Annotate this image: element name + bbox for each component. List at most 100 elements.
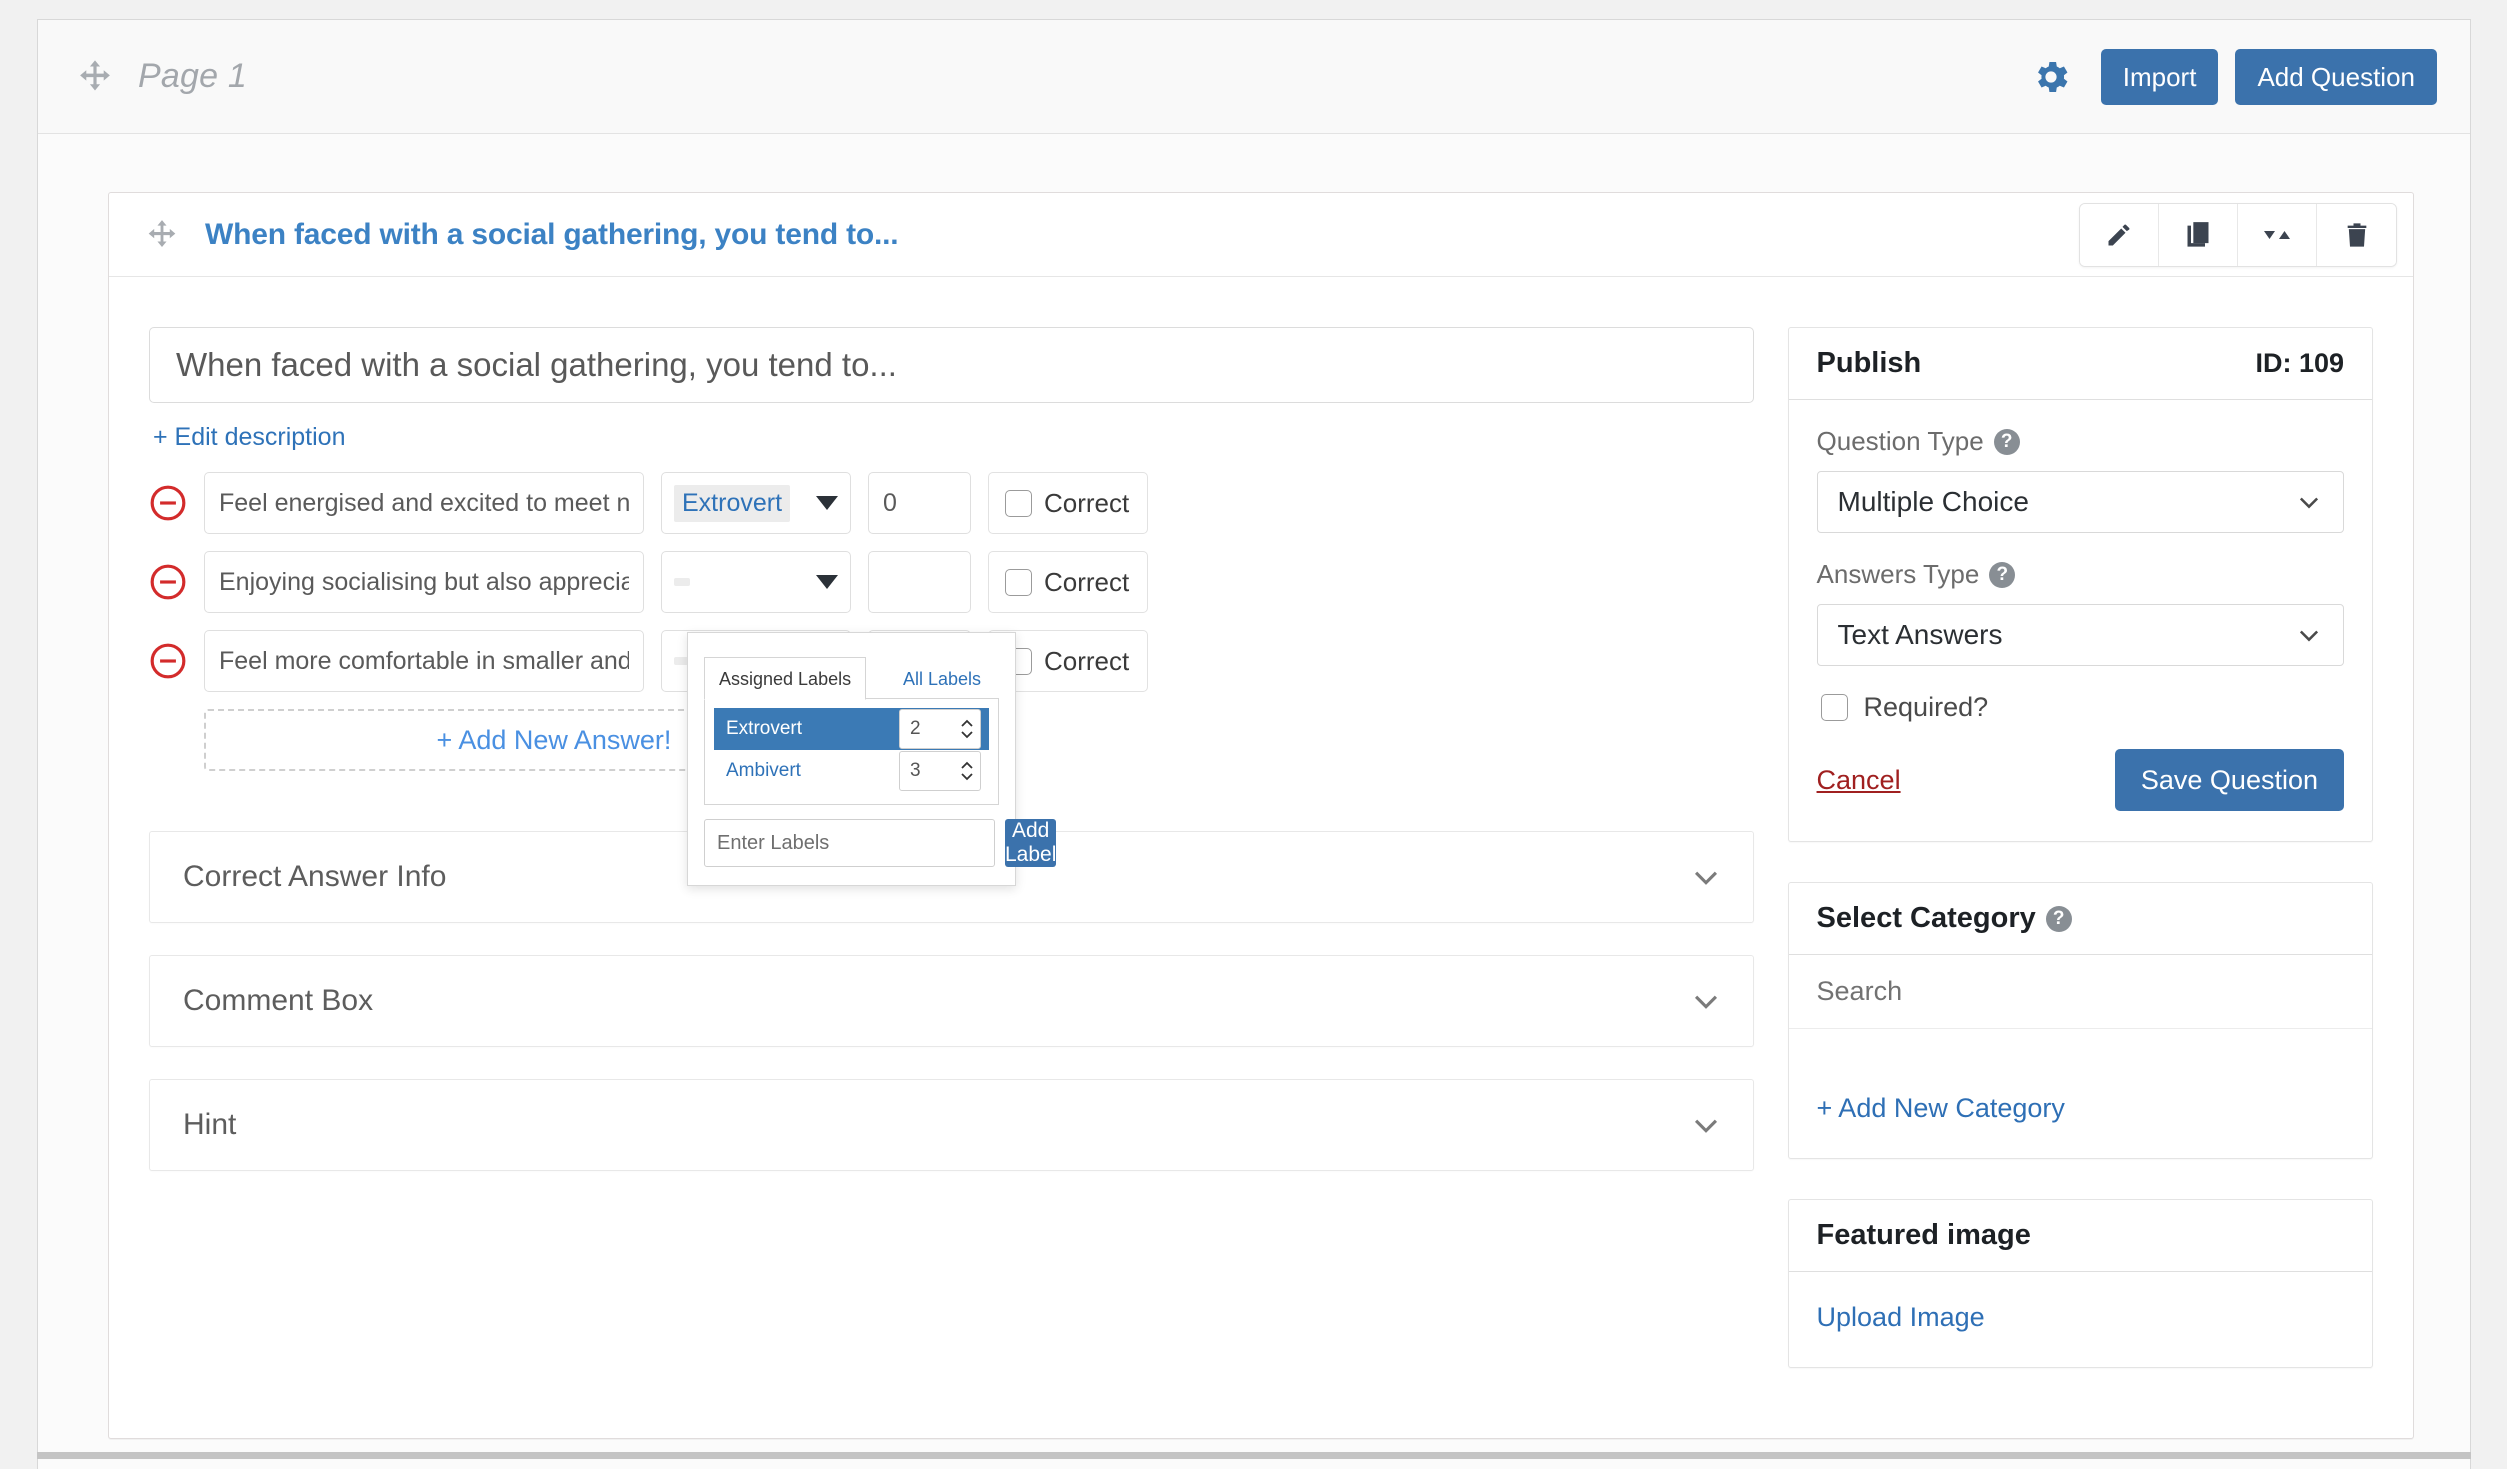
select-category-card: Select Category ? Search + Add New Categ… bbox=[1787, 882, 2373, 1159]
publish-card-header: Publish ID: 109 bbox=[1788, 328, 2372, 400]
label-row-ambivert[interactable]: Ambivert 3 bbox=[714, 750, 989, 792]
labels-popup: Assigned Labels All Labels Extrovert 2 A… bbox=[687, 632, 1057, 886]
chevron-down-icon bbox=[2295, 621, 2323, 649]
edit-question-button[interactable] bbox=[2080, 203, 2159, 266]
reorder-question-button[interactable] bbox=[2238, 203, 2317, 266]
bottom-divider bbox=[37, 1452, 2471, 1459]
question-card: When faced with a social gathering, you … bbox=[108, 192, 2414, 1439]
help-icon[interactable]: ? bbox=[2045, 905, 2072, 932]
import-button[interactable]: Import bbox=[2100, 48, 2219, 105]
accordion-label: Hint bbox=[183, 1108, 237, 1141]
correct-checkbox[interactable] bbox=[1005, 489, 1032, 517]
answer-row: Extrovert Correct bbox=[149, 472, 1760, 534]
accordion-hint[interactable]: Hint bbox=[149, 1079, 1754, 1171]
answer-text-input[interactable] bbox=[204, 472, 644, 534]
move-icon[interactable] bbox=[145, 218, 179, 252]
question-id: ID: 109 bbox=[2255, 348, 2344, 378]
help-icon[interactable]: ? bbox=[1989, 561, 2016, 588]
answer-label-select[interactable] bbox=[661, 551, 851, 613]
accordion-label: Comment Box bbox=[183, 984, 374, 1017]
answers-type-label-text: Answers Type bbox=[1816, 559, 1980, 589]
required-checkbox[interactable] bbox=[1820, 694, 1848, 721]
answers-type-select[interactable]: Text Answers bbox=[1816, 604, 2344, 666]
cancel-link[interactable]: Cancel bbox=[1817, 765, 1901, 796]
tab-assigned-labels[interactable]: Assigned Labels bbox=[704, 657, 867, 700]
pencil-icon bbox=[2105, 221, 2133, 249]
sort-icon bbox=[2263, 221, 2291, 249]
correct-checkbox[interactable] bbox=[1005, 568, 1032, 596]
add-label-button[interactable]: Add Label bbox=[1005, 819, 1057, 867]
featured-image-title: Featured image bbox=[1816, 1219, 2031, 1251]
label-name: Ambivert bbox=[726, 760, 801, 781]
category-search-placeholder: Search bbox=[1816, 976, 1903, 1006]
trash-icon bbox=[2343, 221, 2371, 249]
publish-card-body: Question Type ? Multiple Choice Answers … bbox=[1789, 400, 2372, 841]
edit-description-link[interactable]: + Edit description bbox=[153, 423, 345, 452]
enter-labels-input[interactable] bbox=[704, 819, 995, 867]
stepper-arrows-icon[interactable] bbox=[960, 719, 974, 739]
answer-score-input[interactable] bbox=[868, 551, 971, 613]
required-toggle[interactable]: Required? bbox=[1820, 692, 2344, 723]
page-toolbar-right: Import Add Question bbox=[2030, 48, 2437, 105]
move-icon[interactable] bbox=[76, 58, 114, 96]
question-type-value: Multiple Choice bbox=[1837, 486, 2029, 517]
answer-score-input[interactable] bbox=[868, 472, 971, 534]
chevron-down-icon bbox=[1689, 1108, 1723, 1142]
accordion-label: Correct Answer Info bbox=[183, 860, 447, 893]
accordion-comment-box[interactable]: Comment Box bbox=[149, 955, 1754, 1047]
answers-type-value: Text Answers bbox=[1837, 619, 2003, 650]
page-toolbar-left: Page 1 bbox=[76, 57, 247, 96]
question-card-body: + Edit description Extrovert bbox=[109, 277, 2413, 1408]
answer-correct-toggle[interactable]: Correct bbox=[988, 472, 1148, 534]
category-list-empty bbox=[1789, 1029, 2372, 1063]
add-new-category-link[interactable]: + Add New Category bbox=[1789, 1063, 2372, 1158]
add-question-button[interactable]: Add Question bbox=[2235, 48, 2437, 105]
answer-correct-toggle[interactable]: Correct bbox=[988, 551, 1148, 613]
question-sidebar: Publish ID: 109 Question Type ? Multiple… bbox=[1760, 277, 2413, 1408]
tab-all-labels[interactable]: All Labels bbox=[889, 658, 999, 699]
copy-icon bbox=[2184, 221, 2212, 249]
required-label: Required? bbox=[1863, 692, 1989, 722]
answer-label-select[interactable]: Extrovert bbox=[661, 472, 851, 534]
label-count-value: 3 bbox=[910, 760, 921, 781]
remove-answer-icon[interactable] bbox=[149, 563, 187, 601]
chevron-down-icon bbox=[2295, 488, 2323, 516]
save-question-button[interactable]: Save Question bbox=[2114, 749, 2344, 811]
correct-label: Correct bbox=[1044, 645, 1130, 676]
question-form-column: + Edit description Extrovert bbox=[109, 277, 1760, 1408]
question-actions bbox=[2079, 202, 2397, 267]
label-row-extrovert[interactable]: Extrovert 2 bbox=[714, 708, 989, 750]
correct-label: Correct bbox=[1044, 566, 1130, 597]
question-title-input[interactable] bbox=[149, 327, 1754, 403]
question-type-select[interactable]: Multiple Choice bbox=[1816, 471, 2344, 533]
duplicate-question-button[interactable] bbox=[2159, 203, 2238, 266]
publish-footer: Cancel Save Question bbox=[1817, 749, 2344, 811]
correct-label: Correct bbox=[1044, 487, 1130, 518]
answer-text-input[interactable] bbox=[204, 630, 644, 692]
select-category-header: Select Category ? bbox=[1788, 883, 2372, 955]
answer-text-input[interactable] bbox=[204, 551, 644, 613]
question-type-label: Question Type ? bbox=[1817, 426, 2344, 457]
help-icon[interactable]: ? bbox=[1993, 428, 2020, 455]
label-count-stepper[interactable]: 3 bbox=[899, 751, 981, 791]
page-toolbar: Page 1 Import Add Question bbox=[38, 20, 2470, 134]
remove-answer-icon[interactable] bbox=[149, 484, 187, 522]
label-count-stepper[interactable]: 2 bbox=[899, 709, 981, 749]
quiz-builder-shell: Page 1 Import Add Question When faced wi… bbox=[37, 19, 2471, 1469]
answer-row: Correct bbox=[149, 551, 1760, 613]
gear-icon[interactable] bbox=[2030, 56, 2072, 98]
stepper-arrows-icon[interactable] bbox=[960, 761, 974, 781]
delete-question-button[interactable] bbox=[2317, 203, 2396, 266]
question-header-title: When faced with a social gathering, you … bbox=[205, 217, 899, 251]
remove-answer-icon[interactable] bbox=[149, 642, 187, 680]
answer-label-chip bbox=[674, 578, 690, 586]
answers-type-label: Answers Type ? bbox=[1817, 559, 2344, 590]
featured-image-card: Featured image Upload Image bbox=[1787, 1199, 2373, 1368]
select-category-title: Select Category bbox=[1816, 902, 2036, 934]
category-search-input[interactable]: Search bbox=[1788, 955, 2372, 1029]
add-new-answer-label: + Add New Answer! bbox=[436, 724, 672, 755]
upload-image-link[interactable]: Upload Image bbox=[1789, 1272, 2372, 1367]
publish-card: Publish ID: 109 Question Type ? Multiple… bbox=[1787, 327, 2373, 842]
label-count-value: 2 bbox=[910, 718, 921, 739]
label-name: Extrovert bbox=[726, 718, 803, 739]
